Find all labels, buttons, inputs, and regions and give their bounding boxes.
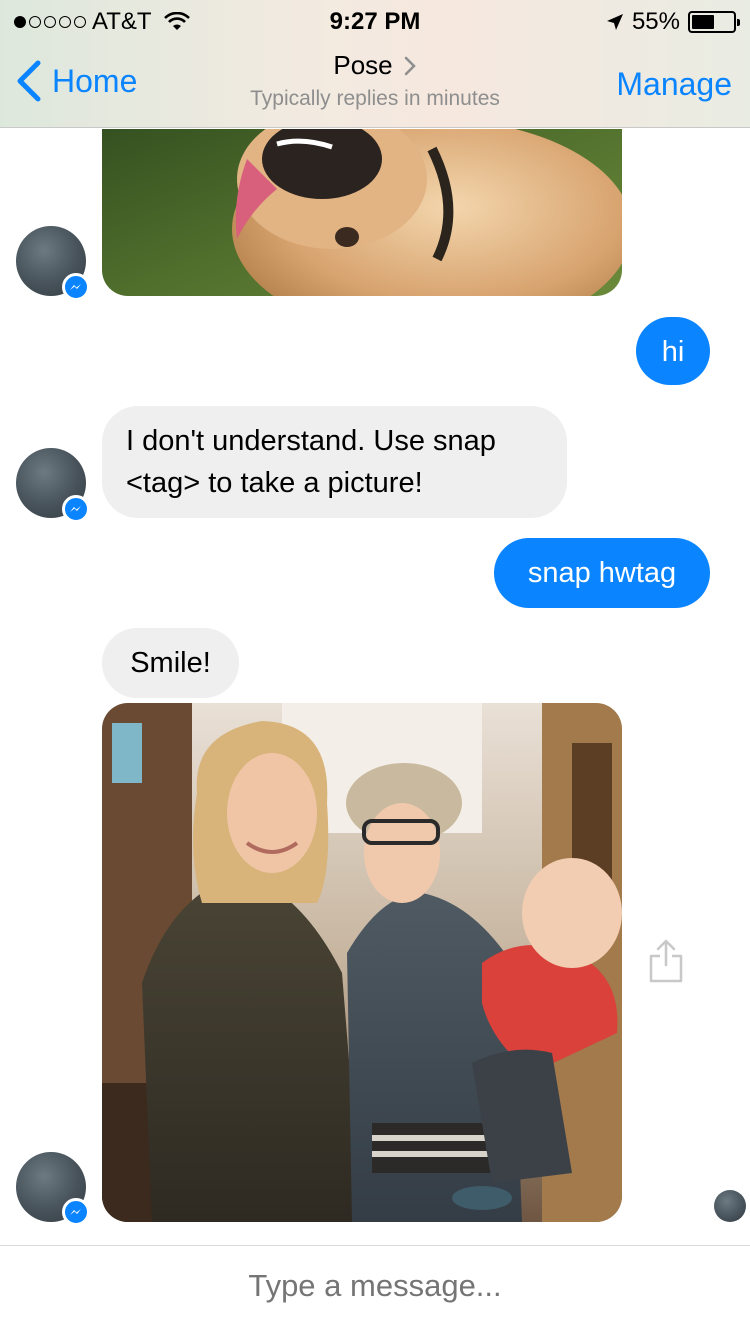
outgoing-message[interactable]: snap hwtag bbox=[494, 538, 710, 608]
manage-button[interactable]: Manage bbox=[616, 66, 732, 103]
battery-percent: 55% bbox=[631, 8, 680, 35]
share-icon[interactable] bbox=[648, 939, 684, 983]
status-bar: AT&T 9:27 PM 55% bbox=[0, 0, 750, 40]
outgoing-message[interactable]: hi bbox=[636, 317, 710, 385]
battery-icon bbox=[688, 11, 740, 33]
page-title: Pose bbox=[333, 50, 393, 80]
message-composer bbox=[0, 1245, 750, 1334]
message-image-group[interactable] bbox=[102, 703, 622, 1222]
messenger-badge-icon bbox=[62, 1198, 90, 1226]
incoming-message[interactable]: I don't understand. Use snap <tag> to ta… bbox=[102, 406, 567, 519]
message-list[interactable]: hi I don't understand. Use snap <tag> to… bbox=[0, 129, 750, 1245]
status-right: 55% bbox=[606, 8, 740, 36]
battery-level bbox=[692, 15, 714, 29]
incoming-message[interactable]: Smile! bbox=[102, 628, 239, 698]
messenger-badge-icon bbox=[62, 495, 90, 523]
group-photo bbox=[102, 703, 622, 1222]
location-arrow-icon bbox=[606, 14, 623, 30]
messenger-badge-icon bbox=[62, 273, 90, 301]
chevron-right-icon bbox=[404, 56, 416, 75]
message-input[interactable] bbox=[0, 1268, 750, 1304]
dog-photo bbox=[102, 129, 622, 296]
read-receipt-avatar bbox=[714, 1190, 746, 1222]
message-image-dog[interactable] bbox=[102, 129, 622, 296]
